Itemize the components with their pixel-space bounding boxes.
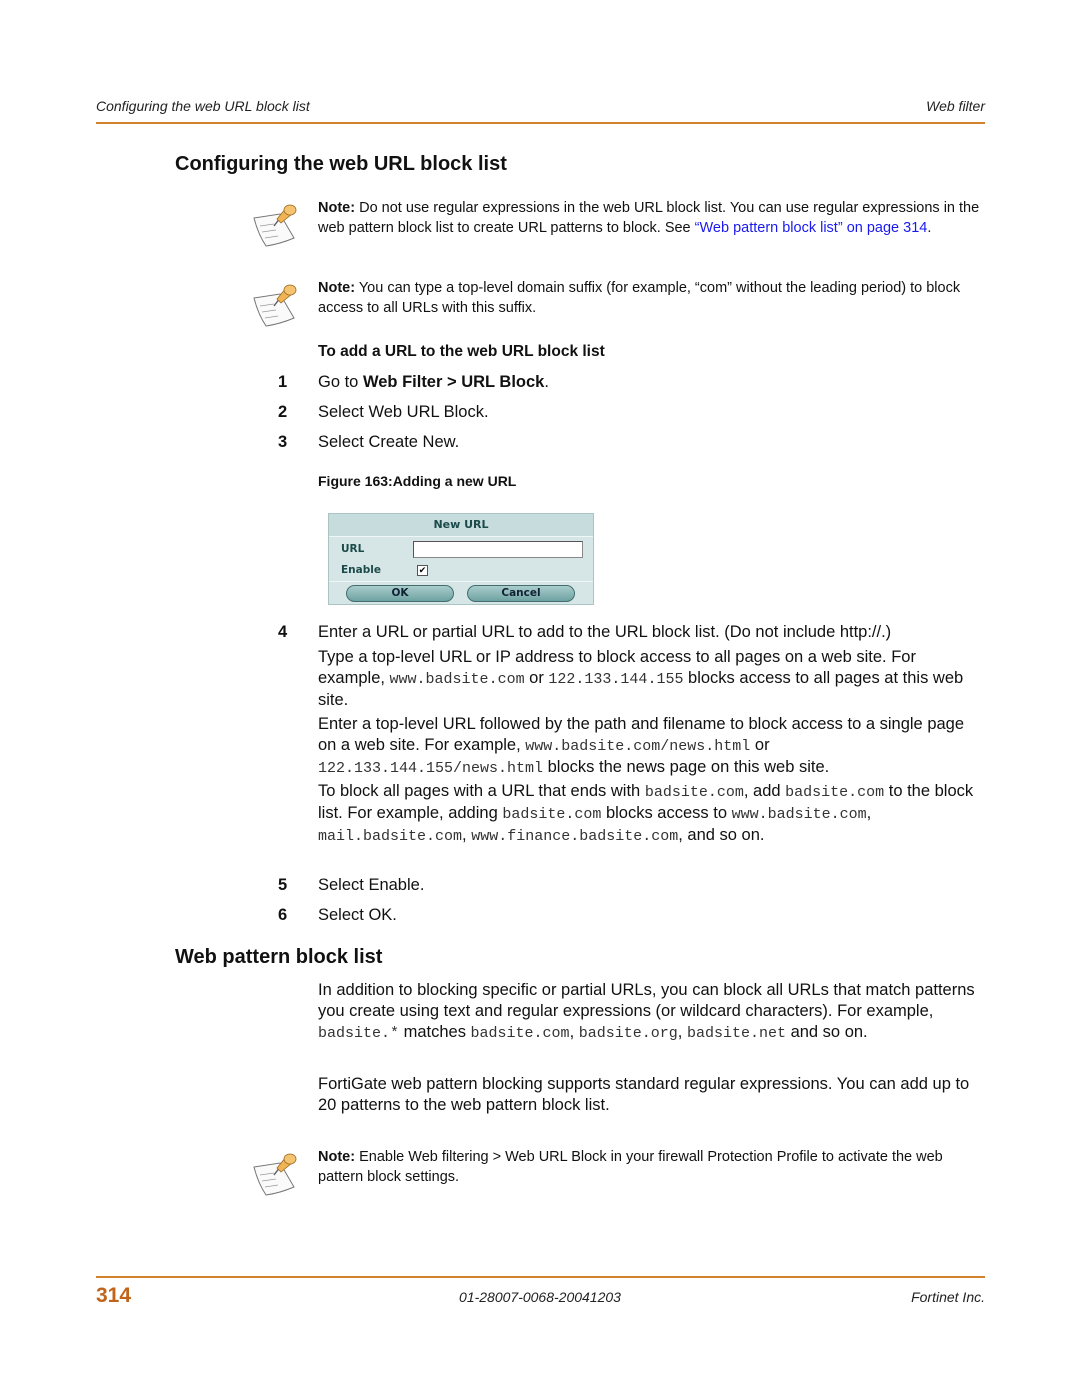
url-label: URL bbox=[341, 543, 365, 555]
text: To block all pages with a URL that ends … bbox=[318, 782, 645, 800]
step-number: 3 bbox=[278, 433, 288, 451]
web-pattern-intro: In addition to blocking specific or part… bbox=[318, 980, 985, 1044]
note-body: Enable Web filtering > Web URL Block in … bbox=[318, 1149, 943, 1185]
note-text: Note: Do not use regular expressions in … bbox=[318, 198, 983, 238]
text: or bbox=[524, 669, 549, 687]
note-body: You can type a top-level domain suffix (… bbox=[318, 280, 961, 316]
step-text: Select Enable. bbox=[318, 876, 425, 894]
text: matches bbox=[399, 1023, 471, 1041]
step-text: Select OK. bbox=[318, 906, 397, 924]
code-example: badsite.com bbox=[785, 784, 885, 801]
section-title-web-pattern: Web pattern block list bbox=[175, 946, 383, 968]
text: or bbox=[750, 736, 770, 754]
note-text: Note: You can type a top-level domain su… bbox=[318, 278, 983, 318]
company-name: Fortinet Inc. bbox=[911, 1289, 985, 1305]
note-text: Note: Enable Web filtering > Web URL Blo… bbox=[318, 1147, 983, 1187]
note-pushpin-icon bbox=[253, 284, 297, 327]
enable-label: Enable bbox=[341, 564, 381, 576]
note-pushpin-icon bbox=[253, 1153, 297, 1196]
text: , bbox=[569, 1023, 579, 1041]
code-example: badsite.com bbox=[644, 784, 744, 801]
note-tld-suffix: Note: You can type a top-level domain su… bbox=[250, 278, 985, 327]
link-web-pattern-block-list[interactable]: “Web pattern block list” on page 314 bbox=[695, 220, 928, 236]
web-pattern-support: FortiGate web pattern blocking supports … bbox=[318, 1075, 970, 1114]
step-number: 6 bbox=[278, 906, 288, 924]
note-regex: Note: Do not use regular expressions in … bbox=[250, 198, 985, 258]
step-text: Enter a URL or partial URL to add to the… bbox=[318, 623, 892, 641]
code-example: www.finance.badsite.com bbox=[471, 828, 679, 845]
footer-rule bbox=[96, 1276, 985, 1278]
running-header-chapter: Web filter bbox=[926, 98, 985, 114]
step-text: Select Web URL Block. bbox=[318, 403, 489, 421]
text: In addition to blocking specific or part… bbox=[318, 981, 975, 1020]
dialog-title: New URL bbox=[329, 514, 593, 537]
step-text: Go to Web Filter > URL Block. bbox=[318, 373, 549, 392]
note-label: Note: bbox=[318, 1149, 356, 1165]
running-header-title: Configuring the web URL block list bbox=[96, 98, 310, 114]
note-punct: . bbox=[927, 220, 932, 236]
text: and so on. bbox=[785, 1023, 868, 1041]
step-number: 2 bbox=[278, 403, 288, 421]
text: , bbox=[866, 804, 872, 822]
ok-button[interactable]: OK bbox=[346, 585, 454, 602]
procedure-title: To add a URL to the web URL block list bbox=[318, 343, 605, 360]
header-rule bbox=[96, 122, 985, 124]
step-number: 1 bbox=[278, 373, 288, 391]
step-number: 5 bbox=[278, 876, 288, 894]
code-example: badsite.net bbox=[686, 1025, 786, 1042]
code-example: www.badsite.com bbox=[731, 806, 867, 823]
step-text: Select Create New. bbox=[318, 433, 460, 451]
note-label: Note: bbox=[318, 200, 356, 216]
new-url-dialog: New URL URL Enable ✔ OK Cancel bbox=[328, 513, 594, 605]
text: blocks access to bbox=[601, 804, 732, 822]
code-example: www.badsite.com bbox=[389, 671, 525, 688]
step4-paragraph-suffix: To block all pages with a URL that ends … bbox=[318, 781, 985, 847]
note-label: Note: bbox=[318, 280, 356, 296]
code-example: badsite.org bbox=[578, 1025, 678, 1042]
menu-path: Web Filter > URL Block bbox=[362, 373, 545, 391]
step4-paragraph-toplevel: Type a top-level URL or IP address to bl… bbox=[318, 647, 985, 711]
text: , add bbox=[743, 782, 786, 800]
text: , and so on. bbox=[678, 826, 765, 844]
note-pushpin-icon bbox=[253, 204, 297, 247]
code-example: mail.badsite.com bbox=[318, 828, 463, 845]
text: blocks the news page on this web site. bbox=[543, 758, 830, 776]
code-example: www.badsite.com/news.html bbox=[525, 738, 751, 755]
step-suffix: . bbox=[544, 373, 549, 391]
section-title-url-block: Configuring the web URL block list bbox=[175, 153, 507, 175]
url-input[interactable] bbox=[413, 541, 583, 558]
code-example: 122.133.144.155 bbox=[548, 671, 684, 688]
code-example: 122.133.144.155/news.html bbox=[318, 760, 544, 777]
enable-checkbox[interactable]: ✔ bbox=[417, 565, 428, 576]
text: , bbox=[462, 826, 472, 844]
cancel-button[interactable]: Cancel bbox=[467, 585, 575, 602]
step-number: 4 bbox=[278, 623, 288, 641]
step4-paragraph-single-page: Enter a top-level URL followed by the pa… bbox=[318, 714, 985, 779]
text: , bbox=[677, 1023, 687, 1041]
figure-caption: Figure 163:Adding a new URL bbox=[318, 473, 517, 489]
dialog-button-row: OK Cancel bbox=[329, 581, 593, 605]
note-protection-profile: Note: Enable Web filtering > Web URL Blo… bbox=[250, 1147, 985, 1196]
code-example: badsite.com bbox=[470, 1025, 570, 1042]
step-prefix: Go to bbox=[318, 373, 363, 391]
code-example: badsite.com bbox=[502, 806, 602, 823]
code-example: badsite.* bbox=[318, 1025, 400, 1042]
